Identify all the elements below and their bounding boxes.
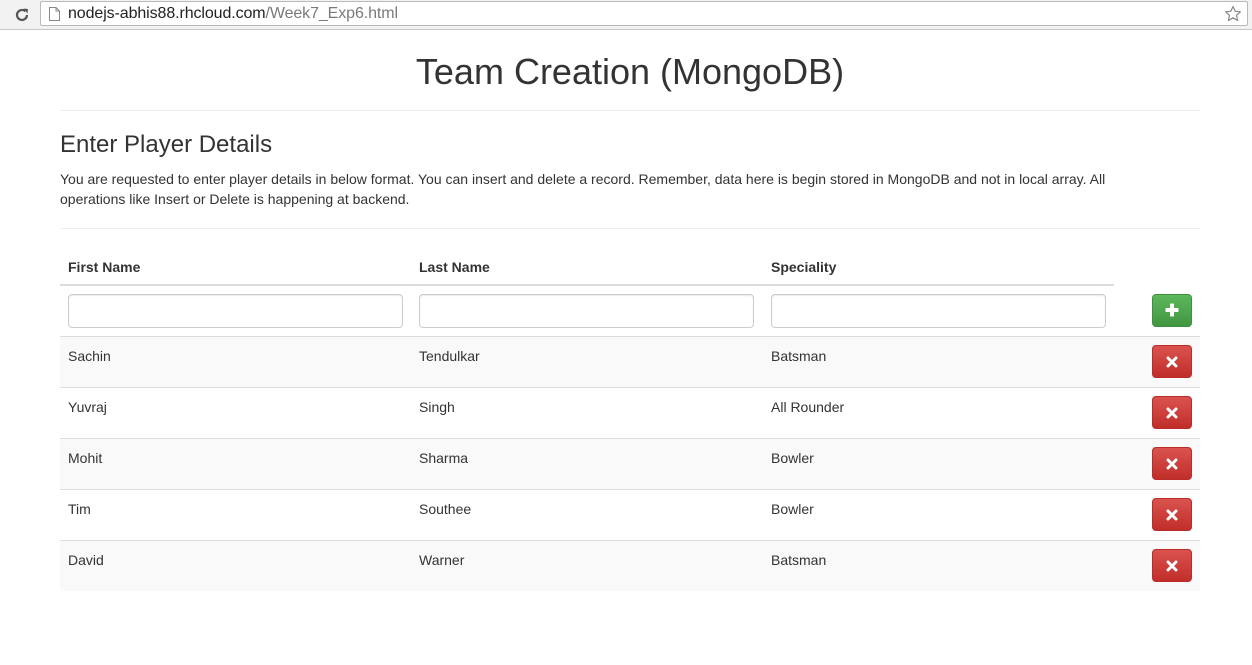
cell-last-name: Sharma — [411, 437, 763, 489]
table-row: Mohit Sharma Bowler — [60, 437, 1200, 489]
page-icon — [49, 6, 60, 21]
plus-icon — [1165, 303, 1179, 317]
table-header-row: First Name Last Name Speciality — [60, 250, 1200, 286]
cell-speciality: Batsman — [763, 539, 1114, 591]
cell-first-name: David — [60, 539, 411, 591]
header-first-name: First Name — [60, 250, 411, 286]
reload-icon[interactable] — [12, 5, 32, 25]
times-icon — [1166, 560, 1178, 572]
header-speciality: Speciality — [763, 250, 1114, 286]
description-text: You are requested to enter player detail… — [60, 171, 1106, 207]
table-row: Sachin Tendulkar Batsman — [60, 335, 1200, 387]
times-icon — [1166, 356, 1178, 367]
page-title: Team Creation (MongoDB) — [60, 30, 1200, 111]
first-name-input[interactable] — [68, 293, 403, 328]
cell-last-name: Singh — [411, 386, 763, 438]
star-icon[interactable] — [1223, 4, 1243, 24]
cell-first-name: Tim — [60, 488, 411, 540]
cell-last-name: Southee — [411, 488, 763, 540]
address-bar[interactable]: nodejs-abhis88.rhcloud.com/Week7_Exp6.ht… — [40, 1, 1248, 26]
delete-player-button[interactable] — [1152, 396, 1192, 429]
cell-speciality: Bowler — [763, 437, 1114, 489]
delete-player-button[interactable] — [1152, 498, 1192, 531]
cell-first-name: Sachin — [60, 335, 411, 387]
table-row: Tim Southee Bowler — [60, 488, 1200, 540]
cell-last-name: Tendulkar — [411, 335, 763, 387]
times-icon — [1166, 407, 1178, 418]
speciality-input[interactable] — [771, 293, 1106, 328]
cell-last-name: Warner — [411, 539, 763, 591]
header-last-name: Last Name — [411, 250, 763, 286]
url-text: nodejs-abhis88.rhcloud.com/Week7_Exp6.ht… — [68, 5, 398, 23]
divider — [60, 228, 1200, 229]
table-row: Yuvraj Singh All Rounder — [60, 386, 1200, 438]
delete-player-button[interactable] — [1152, 549, 1192, 583]
delete-player-button[interactable] — [1152, 447, 1192, 480]
cell-first-name: Yuvraj — [60, 386, 411, 438]
players-table: First Name Last Name Speciality Sachin T… — [60, 250, 1200, 591]
section-title: Enter Player Details — [60, 131, 273, 158]
cell-first-name: Mohit — [60, 437, 411, 489]
page-container: Team Creation (MongoDB) Enter Player Det… — [60, 30, 1200, 591]
table-row: David Warner Batsman — [60, 539, 1200, 591]
url-path: /Week7_Exp6.html — [265, 4, 399, 22]
url-host: nodejs-abhis88.rhcloud.com — [68, 4, 266, 22]
delete-player-button[interactable] — [1152, 345, 1192, 378]
header-action — [1114, 250, 1200, 285]
times-icon — [1166, 509, 1178, 520]
browser-toolbar: nodejs-abhis88.rhcloud.com/Week7_Exp6.ht… — [0, 0, 1252, 30]
times-icon — [1166, 458, 1178, 469]
cell-speciality: All Rounder — [763, 386, 1114, 438]
last-name-input[interactable] — [419, 293, 754, 328]
input-row — [60, 285, 1200, 337]
cell-speciality: Batsman — [763, 335, 1114, 387]
cell-speciality: Bowler — [763, 488, 1114, 540]
add-player-button[interactable] — [1152, 293, 1192, 327]
